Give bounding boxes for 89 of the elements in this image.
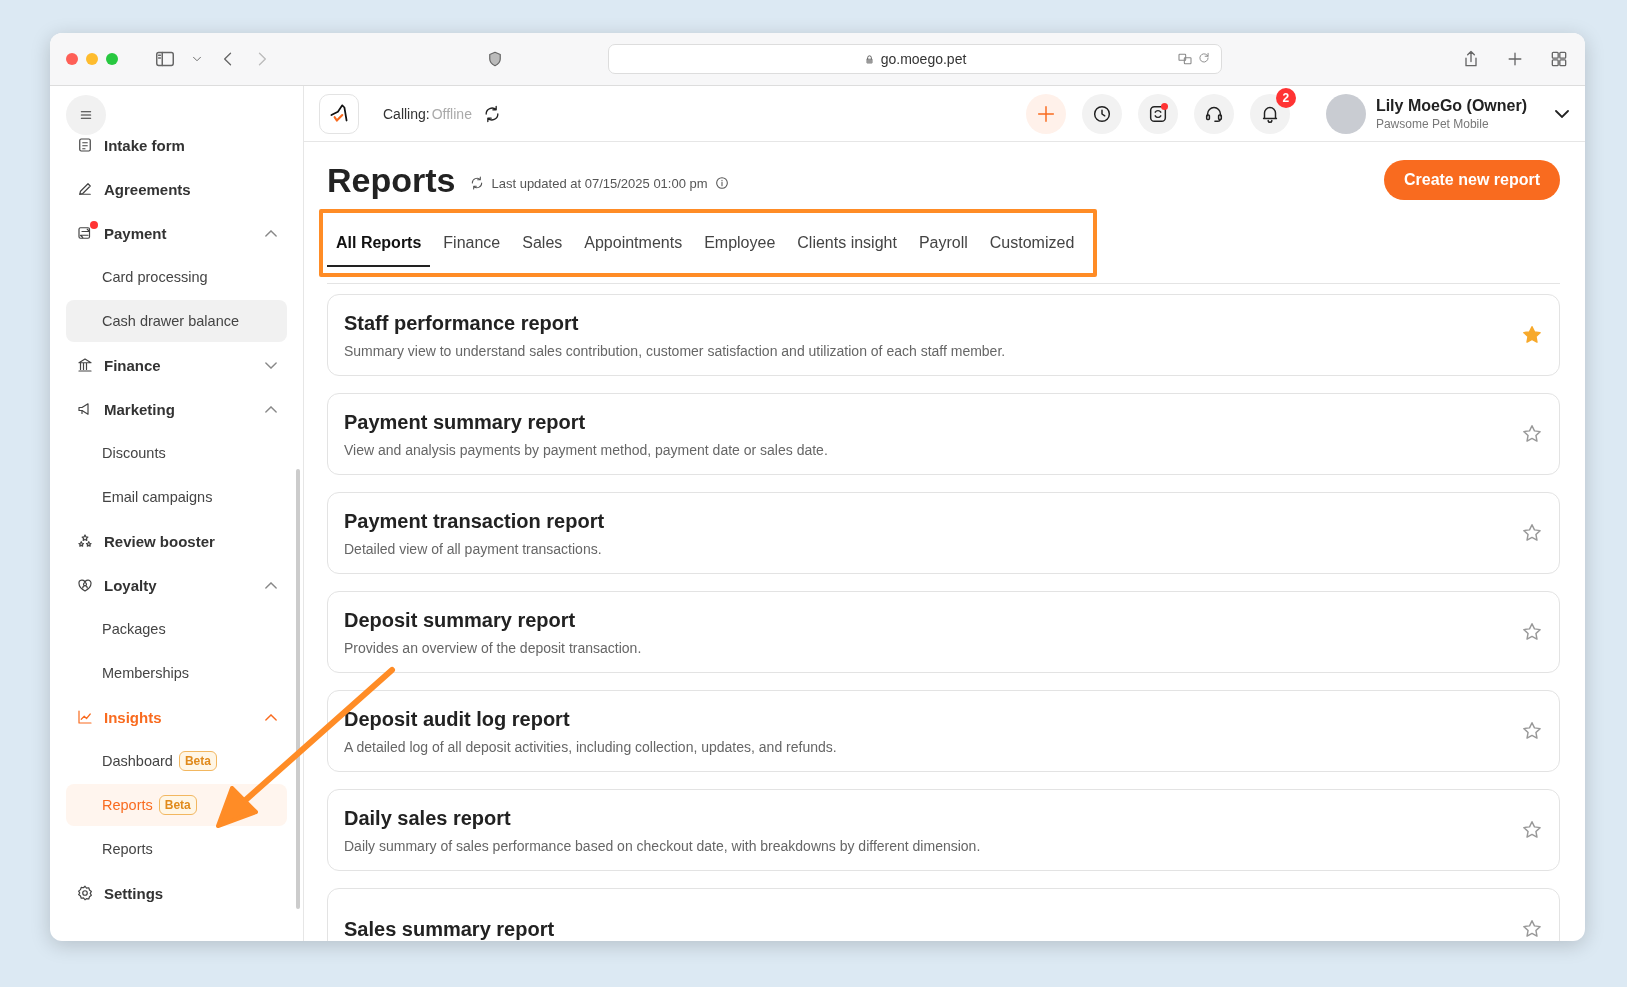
pen-icon [76, 180, 94, 198]
report-card[interactable]: Sales summary report [327, 888, 1560, 941]
info-icon [713, 175, 730, 191]
calling-status: Offline [431, 105, 472, 122]
favorite-button[interactable] [1521, 423, 1543, 445]
report-description: Detailed view of all payment transactions. [344, 540, 603, 557]
stars-icon [76, 532, 94, 550]
app-logo[interactable] [319, 93, 359, 134]
notification-count: 2 [1275, 87, 1296, 108]
last-updated-text: Last updated at 07/15/2025 01:00 pm [491, 175, 708, 191]
report-tab[interactable]: Appointments [573, 213, 694, 273]
report-tab[interactable]: All Reports [325, 213, 433, 273]
reload-icon [1197, 51, 1211, 65]
report-tab[interactable]: Payroll [907, 213, 979, 273]
report-tab[interactable]: Finance [432, 213, 512, 273]
report-card[interactable]: Payment summary report View and analysis payments by payment method, payment date or sales date. [327, 393, 1560, 475]
close-window-button[interactable] [66, 53, 78, 65]
sidebar-subitem[interactable]: Dashboard Beta [66, 740, 287, 782]
favorite-button[interactable] [1521, 918, 1543, 940]
minimize-window-button[interactable] [86, 53, 98, 65]
star-icon [1521, 720, 1543, 742]
sidebar-item[interactable]: Intake form [66, 123, 287, 167]
report-card[interactable]: Deposit audit log report A detailed log of all deposit activities, including collection, updates, and refunds. [327, 690, 1560, 772]
business-name: Pawsome Pet Mobile [1375, 116, 1490, 131]
favorite-button[interactable] [1521, 720, 1543, 742]
report-title: Staff performance report [344, 311, 580, 335]
report-description: Daily summary of sales performance based on checkout date, with breakdowns by different dimension. [344, 837, 982, 854]
report-title: Deposit summary report [344, 608, 577, 632]
sidebar-subitem[interactable]: Reports [66, 828, 287, 870]
report-title: Sales summary report [344, 917, 556, 941]
beta-badge: Beta [158, 795, 197, 815]
sidebar-subitem[interactable]: Cash drawer balance [66, 300, 287, 342]
bank-icon [76, 356, 94, 374]
sidebar-subitem[interactable]: Card processing [66, 256, 287, 298]
sidebar-item[interactable]: Review booster [66, 519, 287, 563]
sidebar-subitem[interactable]: Email campaigns [66, 476, 287, 518]
report-title: Payment transaction report [344, 509, 606, 533]
notifications-button[interactable] [1249, 93, 1290, 134]
heart-person-icon [76, 576, 94, 594]
sidebar-subitem[interactable]: Packages [66, 608, 287, 650]
beta-badge: Beta [178, 751, 217, 771]
sidebar-item[interactable]: Finance [66, 343, 287, 387]
sidebar-item[interactable]: Agreements [66, 167, 287, 211]
report-card[interactable]: Daily sales report Daily summary of sales performance based on checkout date, with breakdowns by different dimension. [327, 789, 1560, 871]
address-bar[interactable]: go.moego.pet [608, 44, 1222, 74]
report-card[interactable]: Staff performance report Summary view to understand sales contribution, customer satisfaction and utilization of each staff member. [327, 294, 1560, 376]
report-card[interactable]: Payment transaction report Detailed view of all payment transactions. [327, 492, 1560, 574]
tab-overview-icon [1549, 49, 1569, 69]
form-icon [76, 136, 94, 154]
star-icon [1521, 918, 1543, 940]
report-card[interactable]: Deposit summary report Provides an overview of the deposit transaction. [327, 591, 1560, 673]
calling-label: Calling: [383, 105, 430, 122]
favorite-button[interactable] [1521, 621, 1543, 643]
user-name: Lily MoeGo (Owner) [1375, 96, 1527, 115]
sidebar-item[interactable]: Marketing [66, 387, 287, 431]
report-tab[interactable]: Employee [693, 213, 787, 273]
favorite-button[interactable] [1521, 819, 1543, 841]
report-description: Provides an overview of the deposit transaction. [344, 639, 643, 656]
sidebar-item[interactable]: Settings [66, 871, 287, 915]
gear-icon [76, 884, 94, 902]
translate-icon [1177, 51, 1193, 67]
lock-icon [863, 53, 875, 65]
report-title: Daily sales report [344, 806, 512, 830]
report-description: View and analysis payments by payment method, payment date or sales date. [344, 441, 829, 458]
star-icon [1521, 819, 1543, 841]
report-title: Payment summary report [344, 410, 587, 434]
trend-chart-icon [76, 708, 94, 726]
star-icon [1521, 522, 1543, 544]
report-tab[interactable]: Customized [978, 213, 1086, 273]
star-filled-icon [1521, 324, 1543, 346]
sidebar-item[interactable]: Payment [66, 211, 287, 255]
report-description: A detailed log of all deposit activities, including collection, updates, and refunds. [344, 738, 838, 755]
report-title: Deposit audit log report [344, 707, 571, 731]
shield-icon [486, 50, 504, 68]
favorite-button[interactable] [1521, 522, 1543, 544]
report-tab[interactable]: Clients insight [786, 213, 908, 273]
sidebar-item[interactable]: Loyalty [66, 563, 287, 607]
menu-button[interactable] [66, 95, 106, 135]
sidebar-subitem[interactable]: Discounts [66, 432, 287, 474]
star-icon [1521, 621, 1543, 643]
sidebar-subitem[interactable]: Memberships [66, 652, 287, 694]
page-title: Reports [327, 160, 456, 200]
star-icon [1521, 423, 1543, 445]
report-description: Summary view to understand sales contribution, customer satisfaction and utilization of each staff member. [344, 342, 1007, 359]
report-tab[interactable]: Sales [511, 213, 574, 273]
zoom-window-button[interactable] [106, 53, 118, 65]
avatar[interactable] [1325, 93, 1366, 134]
chevron-down-icon[interactable] [1555, 109, 1569, 118]
favorite-button[interactable] [1521, 324, 1543, 346]
